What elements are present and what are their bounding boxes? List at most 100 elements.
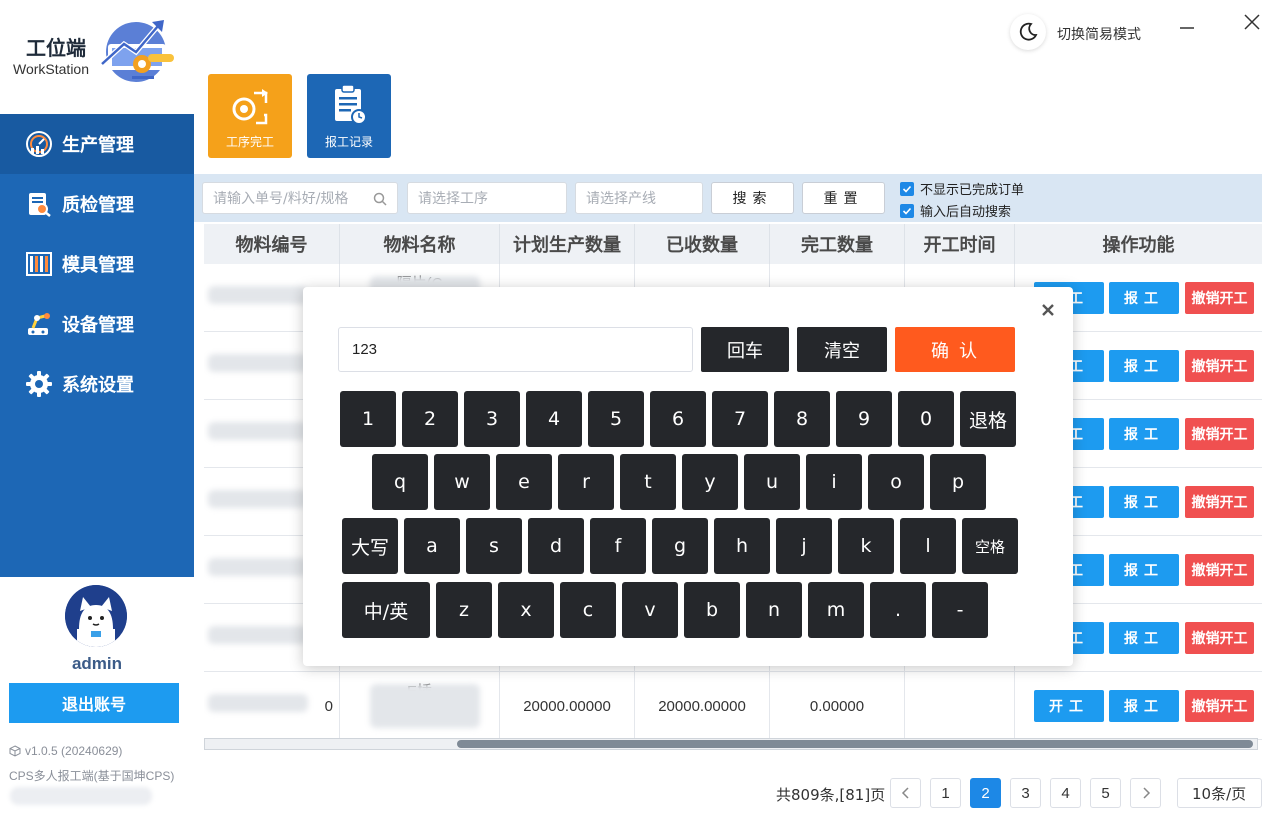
key-row1-3[interactable]: 4 [526,391,582,447]
key-row4-8[interactable]: . [870,582,926,638]
chevron-right-icon [1142,787,1150,799]
cancel-start-button[interactable]: 撤销开工 [1185,554,1254,586]
key-row4-7[interactable]: m [808,582,864,638]
keyboard-input[interactable]: 123 [338,327,693,372]
key-row2-7[interactable]: i [806,454,862,510]
auto-search-label: 输入后自动搜索 [920,205,1012,220]
order-search-input[interactable]: 请输入单号/料好/规格 [202,182,398,214]
report-work-button[interactable]: 报工 [1109,350,1179,382]
virtual-keyboard-modal: 123 回车 清空 确认 1 2 3 4 5 6 7 8 9 0 退格 q w e r t y u i o p 大写 a s d… [303,287,1073,666]
key-row3-3[interactable]: d [528,518,584,574]
reset-button[interactable]: 重置 [802,182,885,214]
cancel-start-button[interactable]: 撤销开工 [1185,282,1254,314]
start-work-button[interactable]: 开工 [1034,690,1104,722]
sidebar-item-mold[interactable]: 模具管理 [0,234,194,294]
line-select[interactable]: 请选择产线 [575,182,703,214]
key-row4-6[interactable]: n [746,582,802,638]
key-row2-9[interactable]: p [930,454,986,510]
key-row2-5[interactable]: y [682,454,738,510]
key-row4-4[interactable]: v [622,582,678,638]
key-row1-4[interactable]: 5 [588,391,644,447]
key-row4-5[interactable]: b [684,582,740,638]
key-row3-5[interactable]: g [652,518,708,574]
key-row2-8[interactable]: o [868,454,924,510]
key-row3-6[interactable]: h [714,518,770,574]
report-work-button[interactable]: 报工 [1109,690,1179,722]
key-row2-2[interactable]: e [496,454,552,510]
key-row3-1[interactable]: a [404,518,460,574]
key-row3-0[interactable]: 大写 [342,518,398,574]
key-row1-8[interactable]: 9 [836,391,892,447]
report-work-button[interactable]: 报工 [1109,486,1179,518]
key-row2-1[interactable]: w [434,454,490,510]
avatar[interactable] [65,585,127,647]
page-size-select[interactable]: 10条/页 [1177,778,1262,808]
key-row1-9[interactable]: 0 [898,391,954,447]
page-button[interactable]: 1 [930,778,961,808]
page-button[interactable]: 5 [1090,778,1121,808]
logout-button[interactable]: 退出账号 [9,683,179,723]
key-row1-1[interactable]: 2 [402,391,458,447]
close-icon[interactable] [1242,12,1262,32]
key-row4-1[interactable]: z [436,582,492,638]
page-button[interactable]: 3 [1010,778,1041,808]
report-work-button[interactable]: 报工 [1109,418,1179,450]
blurred-text [208,286,308,304]
scrollbar-thumb[interactable] [457,740,1253,748]
sidebar-item-production[interactable]: 生产管理 [0,114,194,174]
report-records-button[interactable]: 报工记录 [307,74,391,158]
sidebar-item-settings[interactable]: 系统设置 [0,354,194,414]
table-cell [905,672,1015,740]
key-row4-9[interactable]: - [932,582,988,638]
hide-completed-checkbox[interactable]: 不显示已完成订单 [900,179,1024,198]
clear-key[interactable]: 清空 [797,327,887,372]
key-row2-0[interactable]: q [372,454,428,510]
search-button[interactable]: 搜索 [711,182,794,214]
key-row4-0[interactable]: 中/英 [342,582,430,638]
key-row1-5[interactable]: 6 [650,391,706,447]
horizontal-scrollbar[interactable] [204,738,1258,750]
report-work-button[interactable]: 报工 [1109,554,1179,586]
key-row3-7[interactable]: j [776,518,832,574]
key-row1-2[interactable]: 3 [464,391,520,447]
theme-toggle-button[interactable] [1010,14,1046,50]
process-complete-button[interactable]: 工序完工 [208,74,292,158]
cancel-start-button[interactable]: 撤销开工 [1185,622,1254,654]
key-row4-2[interactable]: x [498,582,554,638]
confirm-button[interactable]: 确认 [895,327,1015,372]
page-button-current[interactable]: 2 [970,778,1001,808]
report-work-button[interactable]: 报工 [1109,282,1179,314]
close-icon[interactable] [1037,299,1059,321]
key-row4-3[interactable]: c [560,582,616,638]
cancel-start-button[interactable]: 撤销开工 [1185,350,1254,382]
key-row1-0[interactable]: 1 [340,391,396,447]
table-row: 0E插20000.0000020000.000000.00000开工报工撤销开工 [204,672,1262,740]
simple-mode-label[interactable]: 切换简易模式 [1057,24,1141,44]
cancel-start-button[interactable]: 撤销开工 [1185,418,1254,450]
enter-key[interactable]: 回车 [701,327,789,372]
sidebar-item-equipment[interactable]: 设备管理 [0,294,194,354]
key-row2-6[interactable]: u [744,454,800,510]
key-row3-8[interactable]: k [838,518,894,574]
prev-page-button[interactable] [890,778,921,808]
process-select[interactable]: 请选择工序 [407,182,567,214]
key-row2-3[interactable]: r [558,454,614,510]
key-row1-6[interactable]: 7 [712,391,768,447]
sidebar-item-label: 设备管理 [62,315,134,336]
key-row1-10[interactable]: 退格 [960,391,1016,447]
page-button[interactable]: 4 [1050,778,1081,808]
next-page-button[interactable] [1130,778,1161,808]
sidebar-item-quality[interactable]: 质检管理 [0,174,194,234]
report-work-button[interactable]: 报工 [1109,622,1179,654]
cancel-start-button[interactable]: 撤销开工 [1185,690,1254,722]
blurred-text [370,684,480,728]
key-row3-9[interactable]: l [900,518,956,574]
key-row3-10[interactable]: 空格 [962,518,1018,574]
key-row1-7[interactable]: 8 [774,391,830,447]
minimize-icon[interactable] [1178,18,1196,38]
key-row3-4[interactable]: f [590,518,646,574]
key-row3-2[interactable]: s [466,518,522,574]
key-row2-4[interactable]: t [620,454,676,510]
cancel-start-button[interactable]: 撤销开工 [1185,486,1254,518]
auto-search-checkbox[interactable]: 输入后自动搜索 [900,201,1011,220]
